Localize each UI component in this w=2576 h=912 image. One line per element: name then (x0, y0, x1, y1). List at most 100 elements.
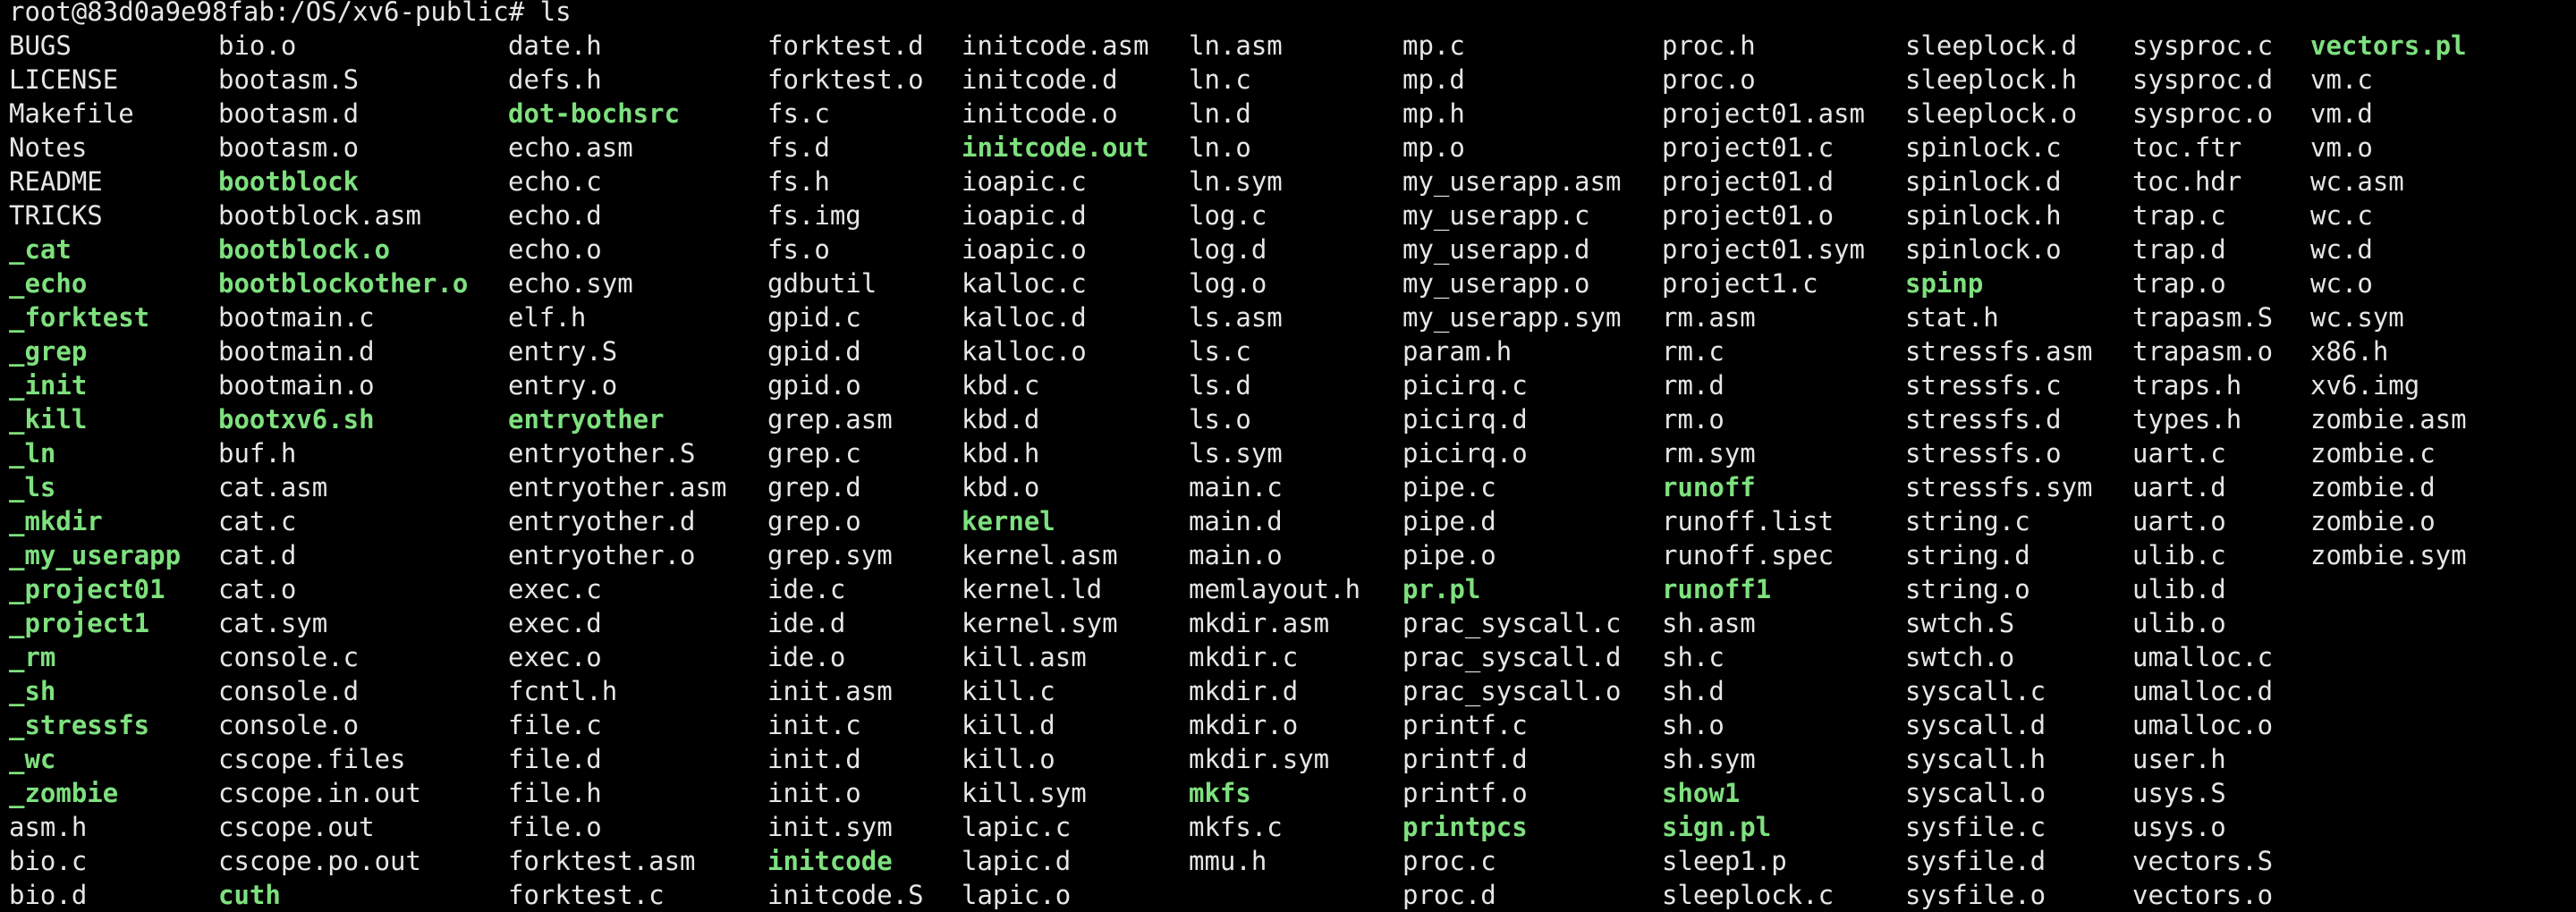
file-entry: init.d (767, 744, 861, 774)
file-entry: sh.sym (1662, 744, 1756, 774)
executable-entry: bootxv6.sh (218, 404, 375, 435)
terminal-window[interactable]: root@83d0a9e98fab:/OS/xv6-public# ls BUG… (0, 0, 2576, 912)
file-entry: rm.d (1662, 370, 1724, 401)
file-entry: runoff.spec (1662, 540, 1835, 570)
executable-entry: vectors.pl (2310, 30, 2467, 61)
file-entry: zombie.c (2310, 438, 2436, 469)
file-entry: entryother.d (508, 506, 696, 536)
file-entry: pipe.c (1402, 472, 1496, 502)
executable-entry: entryother (508, 404, 665, 435)
file-entry: ln.asm (1189, 30, 1283, 61)
executable-entry: _rm (9, 642, 56, 672)
file-entry: cscope.files (218, 744, 406, 774)
file-entry: rm.o (1662, 404, 1724, 435)
file-entry: stressfs.d (1905, 404, 2062, 435)
file-entry: sh.c (1662, 642, 1724, 672)
file-entry: echo.sym (508, 268, 633, 299)
file-entry: fs.o (767, 234, 830, 265)
file-entry: trapasm.S (2132, 302, 2274, 333)
file-entry: umalloc.d (2132, 676, 2274, 706)
file-entry: my_userapp.d (1402, 234, 1590, 265)
file-entry: kill.d (962, 710, 1055, 740)
file-entry: picirq.d (1402, 404, 1528, 435)
file-entry: ide.c (767, 574, 846, 604)
file-entry: project01.asm (1662, 98, 1865, 129)
file-entry: uart.d (2132, 472, 2226, 502)
file-entry: cscope.out (218, 812, 375, 842)
typed-command: ls (539, 0, 572, 27)
file-entry: bootasm.d (218, 98, 360, 129)
file-entry: bootasm.S (218, 64, 360, 95)
file-entry: sysfile.o (1905, 880, 2046, 910)
executable-entry: initcode.out (962, 132, 1149, 163)
file-entry: sysfile.d (1905, 846, 2046, 876)
file-entry: uart.o (2132, 506, 2226, 536)
file-entry: swtch.o (1905, 642, 2015, 672)
file-entry: entry.o (508, 370, 618, 401)
file-entry: vm.d (2310, 98, 2373, 129)
executable-entry: pr.pl (1402, 574, 1481, 604)
file-entry: syscall.c (1905, 676, 2046, 706)
file-entry: wc.asm (2310, 166, 2404, 197)
file-entry: kernel.ld (962, 574, 1103, 604)
file-entry: initcode.d (962, 64, 1118, 95)
file-entry: fs.c (767, 98, 830, 129)
file-entry: init.sym (767, 812, 893, 842)
file-entry: vectors.S (2132, 846, 2274, 876)
file-entry: grep.d (767, 472, 861, 502)
file-entry: ioapic.d (962, 200, 1087, 231)
file-entry: asm.h (9, 812, 88, 842)
file-entry: spinlock.o (1905, 234, 2062, 265)
executable-entry: initcode (767, 846, 893, 876)
file-entry: console.c (218, 642, 360, 672)
file-entry: wc.c (2310, 200, 2373, 231)
file-entry: kbd.h (962, 438, 1040, 469)
file-entry: trapasm.o (2132, 336, 2274, 367)
file-entry: vectors.o (2132, 880, 2274, 910)
file-entry: ulib.c (2132, 540, 2226, 570)
file-entry: mkdir.asm (1189, 608, 1330, 638)
file-entry: main.o (1189, 540, 1283, 570)
file-entry: traps.h (2132, 370, 2242, 401)
file-entry: bio.c (9, 846, 88, 876)
file-entry: string.d (1905, 540, 2030, 570)
file-entry: console.d (218, 676, 360, 706)
executable-entry: _project01 (9, 574, 165, 604)
file-entry: file.d (508, 744, 602, 774)
file-entry: rm.c (1662, 336, 1724, 367)
file-entry: defs.h (508, 64, 602, 95)
executable-entry: runoff1 (1662, 574, 1772, 604)
file-entry: ln.o (1189, 132, 1251, 163)
file-entry: entryother.o (508, 540, 696, 570)
file-entry: bootmain.d (218, 336, 375, 367)
file-entry: file.h (508, 778, 602, 808)
executable-entry: _stressfs (9, 710, 150, 740)
file-entry: proc.c (1402, 846, 1496, 876)
file-entry: log.c (1189, 200, 1267, 231)
file-entry: cscope.in.out (218, 778, 421, 808)
file-entry: picirq.o (1402, 438, 1528, 469)
file-entry: stressfs.o (1905, 438, 2062, 469)
file-entry: ulib.d (2132, 574, 2226, 604)
file-entry: param.h (1402, 336, 1513, 367)
file-entry: entry.S (508, 336, 618, 367)
file-entry: bio.o (218, 30, 297, 61)
executable-entry: mkfs (1189, 778, 1251, 808)
file-entry: kbd.o (962, 472, 1040, 502)
file-entry: cat.asm (218, 472, 328, 502)
executable-entry: bootblock.o (218, 234, 391, 265)
file-entry: sysproc.d (2132, 64, 2274, 95)
file-entry: project1.c (1662, 268, 1818, 299)
file-entry: runoff.list (1662, 506, 1835, 536)
file-entry: exec.o (508, 642, 602, 672)
ls-column: bio.o bootasm.S bootasm.d bootasm.o bootbloc… (218, 29, 468, 912)
file-entry: kill.sym (962, 778, 1087, 808)
file-entry: sysproc.o (2132, 98, 2274, 129)
file-entry: console.o (218, 710, 360, 740)
executable-entry: _ln (9, 438, 56, 469)
file-entry: umalloc.c (2132, 642, 2274, 672)
file-entry: sh.o (1662, 710, 1724, 740)
file-entry: bootmain.o (218, 370, 375, 401)
file-entry: usys.S (2132, 778, 2226, 808)
executable-entry: runoff (1662, 472, 1756, 502)
